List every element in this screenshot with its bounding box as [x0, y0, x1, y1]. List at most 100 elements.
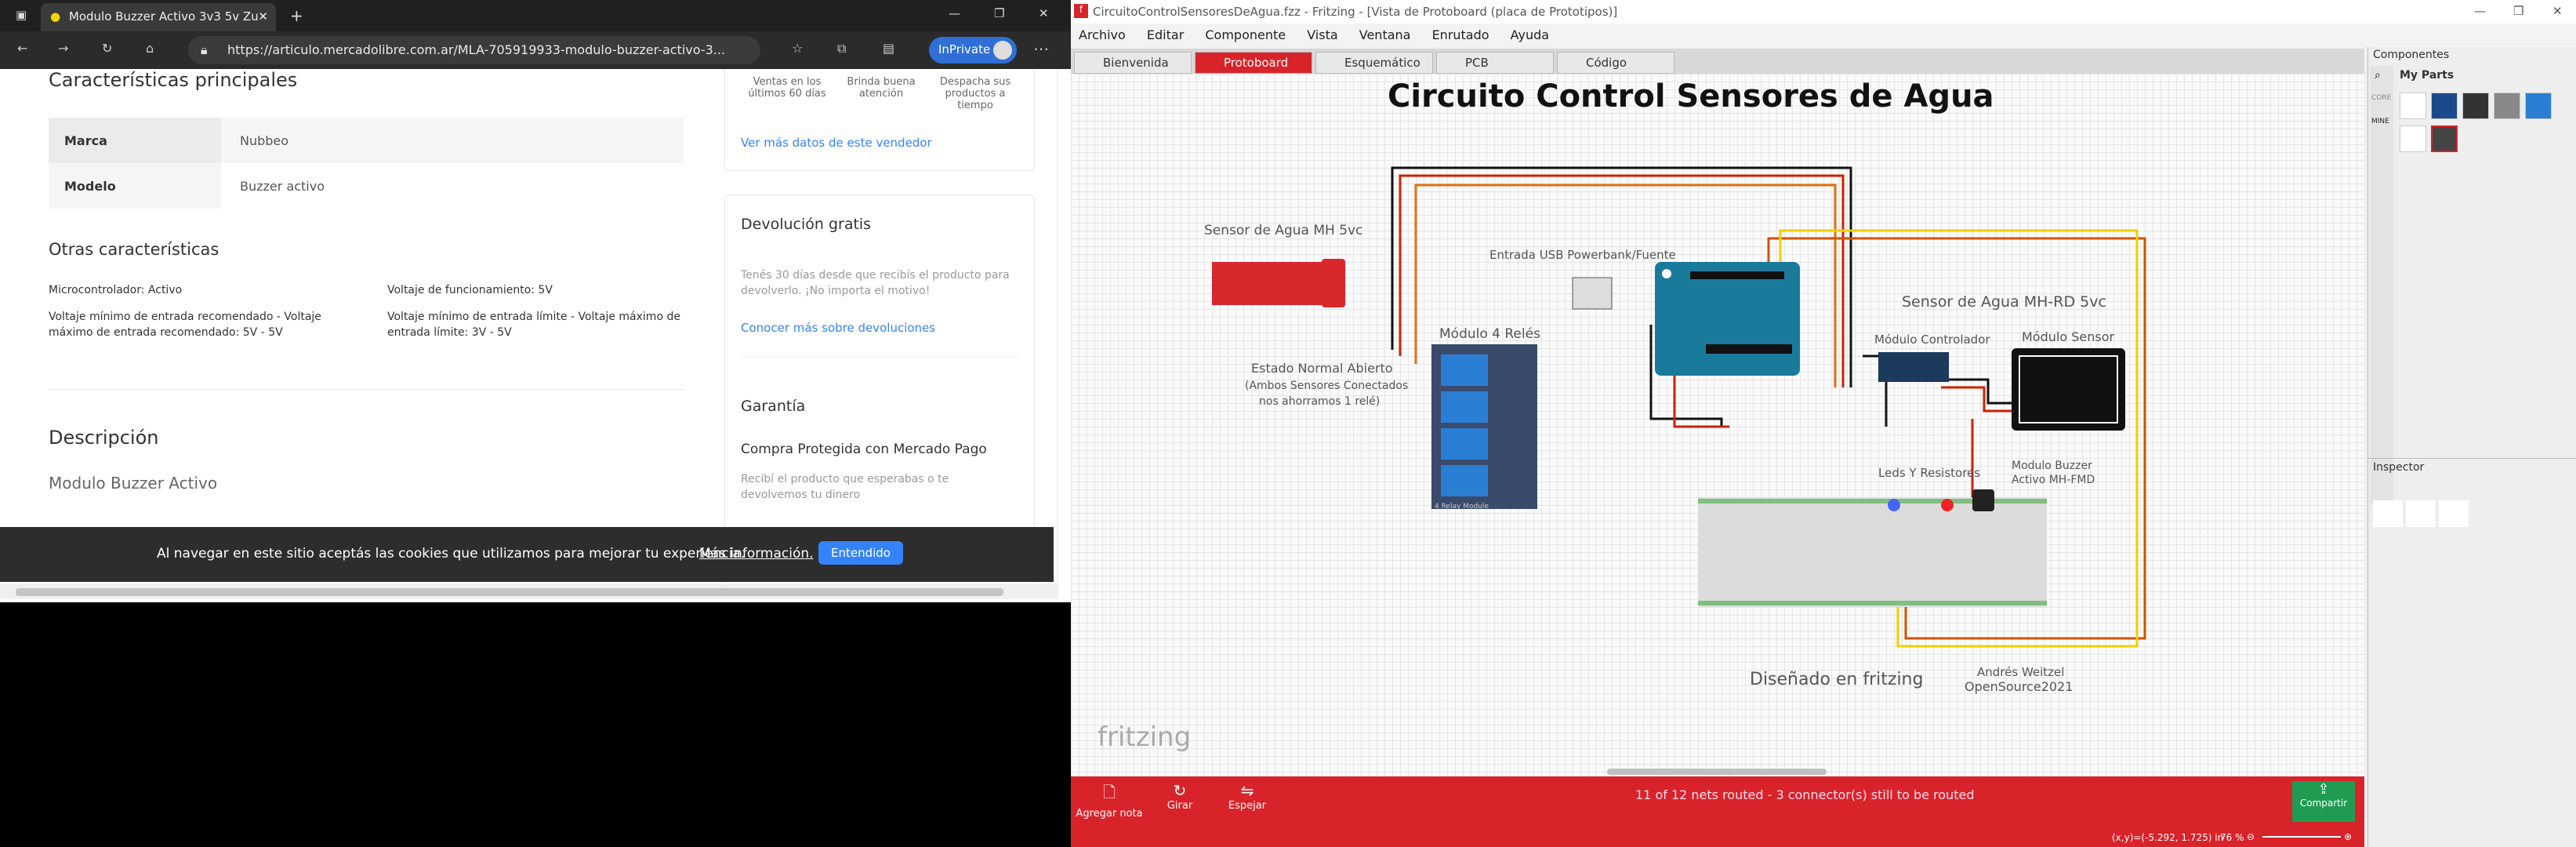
menu-bar: Archivo Editar Componente Vista Ventana … [1071, 24, 2576, 47]
list-item: Voltaje mínimo de entrada recomendado - … [49, 311, 321, 339]
usb-power-part[interactable] [1572, 277, 1613, 310]
returns-title: Devolución gratis [741, 216, 872, 233]
part-wire[interactable] [2400, 93, 2426, 119]
tab-codigo[interactable]: Código [1557, 52, 1674, 74]
bin-core[interactable]: CORE [2371, 94, 2391, 102]
red-led[interactable] [1941, 499, 1954, 511]
inspector-slot[interactable] [2439, 500, 2469, 527]
menu-archivo[interactable]: Archivo [1079, 27, 1126, 42]
lock-icon: 🔒︎ [201, 42, 208, 57]
label-sensor-mhrd: Sensor de Agua MH-RD 5vc [1902, 293, 2106, 311]
share-icon: ⇪ [2317, 781, 2330, 798]
returns-link[interactable]: Conocer más sobre devoluciones [741, 321, 935, 335]
seller-stat-dispatch: Despacha sus productos a tiempo [939, 76, 1011, 111]
blue-led[interactable] [1888, 499, 1900, 511]
inspector-slot[interactable] [2373, 500, 2403, 527]
zoom-out-icon[interactable]: ⊖ [2247, 831, 2255, 842]
tab-bienvenida[interactable]: Bienvenida [1074, 52, 1192, 74]
avatar [993, 41, 1012, 60]
arduino-uno[interactable] [1655, 262, 1800, 376]
view-tabs: Bienvenida Protoboard Esquemático PCB Có… [1071, 49, 2364, 74]
fritzing-window: f CircuitoControlSensoresDeAgua.fzz - Fr… [1071, 0, 2576, 847]
minimize-icon[interactable]: — [2474, 4, 2486, 18]
buzzer-module[interactable] [1972, 489, 1994, 511]
restore-icon[interactable]: ❐ [2513, 4, 2523, 18]
status-bar: (x,y)=(-5.292, 1.725) in 76 % ⊖ ⊕ [1071, 828, 2364, 847]
feature-value: Nubbeo [240, 133, 289, 148]
tab-pcb[interactable]: PCB [1436, 52, 1554, 74]
seller-stat-attention: Brinda buena atención [847, 76, 916, 100]
fritzing-title-bar: f CircuitoControlSensoresDeAgua.fzz - Fr… [1071, 0, 2576, 24]
zoom-slider[interactable] [2262, 836, 2341, 838]
part-module[interactable] [2494, 93, 2520, 119]
part-led[interactable] [2400, 125, 2426, 152]
part-relay[interactable] [2462, 93, 2489, 119]
part-board[interactable] [2431, 93, 2458, 119]
horizontal-scrollbar[interactable] [0, 583, 1058, 599]
refresh-icon[interactable]: ↻ [102, 41, 112, 56]
search-icon[interactable]: ⌕ [2375, 69, 2381, 82]
seller-more-link[interactable]: Ver más datos de este vendedor [741, 136, 932, 150]
menu-editar[interactable]: Editar [1147, 27, 1184, 42]
cookie-more-link[interactable]: Más información. [699, 546, 814, 562]
inprivate-badge[interactable]: InPrivate [929, 37, 1017, 64]
address-input[interactable]: 🔒︎ https://articulo.mercadolibre.com.ar/… [188, 36, 760, 64]
water-sensor-mh[interactable] [1212, 259, 1345, 307]
restore-icon[interactable]: ❐ [994, 6, 1004, 20]
tab-protoboard[interactable]: Protoboard [1195, 52, 1312, 74]
menu-vista[interactable]: Vista [1307, 27, 1337, 42]
vertical-scrollbar[interactable] [1057, 69, 1058, 587]
list-item: Voltaje de funcionamiento: 5V [387, 284, 553, 296]
new-tab-icon[interactable]: + [290, 6, 303, 25]
water-sensor-mhrd[interactable] [2012, 348, 2125, 431]
extensions-icon[interactable]: ▤ [883, 41, 894, 56]
bin-mine[interactable]: MINE [2371, 118, 2389, 125]
collections-icon[interactable]: ⧉ [837, 41, 846, 56]
label-controller: Módulo Controlador [1874, 333, 1990, 347]
menu-componente[interactable]: Componente [1205, 27, 1286, 42]
forward-icon[interactable]: → [58, 41, 68, 56]
home-icon[interactable]: ⌂ [146, 41, 154, 56]
tab-label: PCB [1465, 56, 1489, 70]
minimize-icon[interactable]: — [949, 6, 960, 20]
close-tab-icon[interactable]: ✕ [258, 9, 268, 24]
tab-actions-icon[interactable]: ▣ [16, 8, 27, 22]
canvas-scrollbar[interactable] [1607, 769, 1827, 775]
part-buzzer[interactable] [2431, 125, 2458, 152]
relay-module[interactable] [1431, 344, 1537, 509]
part-sensor[interactable] [2525, 93, 2552, 119]
my-parts-title: My Parts [2400, 69, 2454, 82]
browser-tab[interactable]: ● Modulo Buzzer Activo 3v3 5v Zu ✕ [41, 3, 276, 31]
menu-enrutado[interactable]: Enrutado [1432, 27, 1489, 42]
breadboard-canvas[interactable]: Circuito Control Sensores de Agua Sensor… [1071, 74, 2364, 776]
inprivate-label: InPrivate [938, 42, 991, 56]
routing-status[interactable]: 11 of 12 nets routed - 3 connector(s) st… [1635, 787, 1974, 802]
close-window-icon[interactable]: ✕ [2552, 4, 2563, 18]
label-relay: Módulo 4 Relés [1439, 326, 1540, 342]
rotate-icon: ↻ [1173, 781, 1187, 800]
label-sensor-module: Módulo Sensor [2022, 329, 2115, 344]
rotate-button[interactable]: ↻ Girar [1152, 781, 1207, 812]
address-toolbar: ← → ↻ ⌂ 🔒︎ https://articulo.mercadolibre… [0, 31, 1071, 69]
menu-ventana[interactable]: Ventana [1359, 27, 1411, 42]
cookie-accept-button[interactable]: Entendido [818, 541, 903, 565]
breadboard[interactable] [1698, 497, 2047, 607]
inspector-slot[interactable] [2406, 500, 2436, 527]
favorites-icon[interactable]: ☆ [792, 41, 803, 56]
divider [2368, 458, 2576, 459]
back-icon[interactable]: ← [17, 41, 27, 56]
add-note-button[interactable]: 🗋︎ Agregar nota [1074, 781, 1145, 820]
tab-esquematico[interactable]: Esquemático [1315, 52, 1433, 74]
window-title: CircuitoControlSensoresDeAgua.fzz - Frit… [1093, 5, 1618, 19]
warranty-subtitle: Compra Protegida con Mercado Pago [741, 442, 987, 457]
scrollbar-thumb[interactable] [16, 588, 1003, 596]
close-window-icon[interactable]: ✕ [1039, 6, 1049, 20]
more-icon[interactable]: ⋯ [1033, 39, 1049, 58]
share-button[interactable]: ⇪ Compartir [2292, 781, 2355, 822]
flip-button[interactable]: ⇋ Espejar [1220, 781, 1275, 812]
add-note-label: Agregar nota [1076, 808, 1143, 820]
zoom-in-icon[interactable]: ⊕ [2344, 831, 2352, 842]
other-features-title: Otras características [49, 240, 220, 259]
menu-ayuda[interactable]: Ayuda [1511, 27, 1549, 42]
controller-module[interactable] [1878, 352, 1949, 382]
